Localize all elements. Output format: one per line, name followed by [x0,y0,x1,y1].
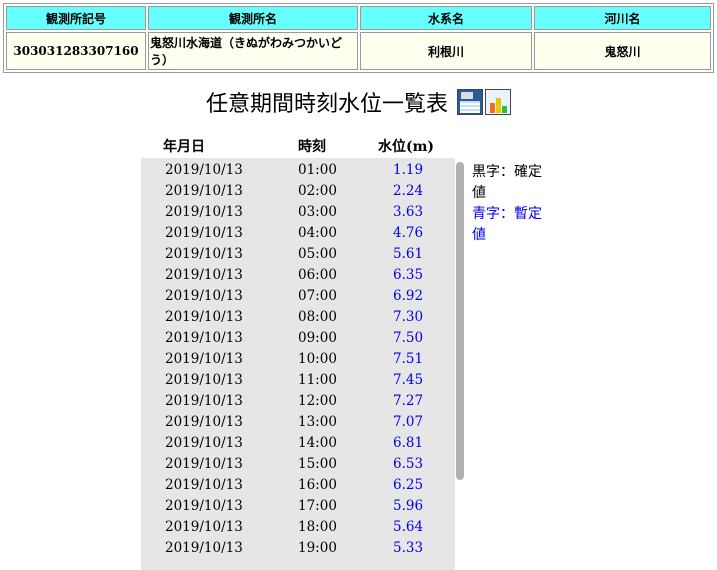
row-date: 2019/10/13 [165,246,243,262]
row-level: 5.64 [393,519,424,535]
table-row: 2019/10/13 12:00 7.27 [141,391,455,412]
row-level: 4.76 [393,225,424,241]
row-level: 7.51 [393,351,424,367]
station-info-table: 観測所記号 観測所名 水系名 河川名 303031283307160 鬼怒川水海… [3,3,714,73]
legend-confirmed: 黒字：確定値 [472,164,542,201]
table-row: 2019/10/13 09:00 7.50 [141,328,455,349]
row-level: 7.27 [393,393,424,409]
page-title-text: 任意期間時刻水位一覧表 [205,92,448,117]
row-date: 2019/10/13 [165,309,243,325]
row-level: 6.53 [393,456,424,472]
row-time: 11:00 [298,372,337,388]
table-row: 2019/10/13 18:00 5.64 [141,517,455,538]
row-date: 2019/10/13 [165,372,243,388]
row-date: 2019/10/13 [165,288,243,304]
row-level: 5.33 [393,540,424,556]
row-level: 5.61 [393,246,424,262]
water-level-table: 2019/10/13 01:00 1.19 2019/10/13 02:00 2.24 20… [141,158,455,570]
row-date: 2019/10/13 [165,414,243,430]
table-row: 2019/10/13 07:00 6.92 [141,286,455,307]
legend: 黒字：確定値 青字：暫定値 [472,162,552,246]
row-level: 6.92 [393,288,424,304]
row-time: 04:00 [298,225,337,241]
table-row: 2019/10/13 16:00 6.25 [141,475,455,496]
table-row: 2019/10/13 13:00 7.07 [141,412,455,433]
row-time: 18:00 [298,519,337,535]
row-time: 16:00 [298,477,337,493]
row-level: 7.50 [393,330,424,346]
row-date: 2019/10/13 [165,456,243,472]
row-level: 5.96 [393,498,424,514]
column-date: 年月日 [163,139,205,155]
save-disk-icon[interactable] [457,89,483,115]
station-name: 鬼怒川水海道（きぬがわみつかいどう） [148,32,358,70]
row-date: 2019/10/13 [165,435,243,451]
row-level: 3.63 [393,204,424,220]
table-row: 2019/10/13 19:00 5.33 [141,538,455,559]
row-time: 12:00 [298,393,337,409]
table-row: 2019/10/13 15:00 6.53 [141,454,455,475]
row-time: 08:00 [298,309,337,325]
table-row: 2019/10/13 01:00 1.19 [141,160,455,181]
table-row: 2019/10/13 06:00 6.35 [141,265,455,286]
table-row: 2019/10/13 11:00 7.45 [141,370,455,391]
column-level: 水位(m) [378,139,435,155]
row-time: 09:00 [298,330,337,346]
legend-provisional: 青字：暫定値 [472,206,542,243]
table-row: 2019/10/13 10:00 7.51 [141,349,455,370]
row-date: 2019/10/13 [165,225,243,241]
row-date: 2019/10/13 [165,477,243,493]
row-level: 2.24 [393,183,424,199]
page-title: 任意期間時刻水位一覧表 [0,86,717,118]
column-time: 時刻 [298,139,326,155]
header-water-system: 水系名 [360,6,532,30]
row-date: 2019/10/13 [165,519,243,535]
row-date: 2019/10/13 [165,351,243,367]
row-time: 01:00 [298,162,337,178]
row-level: 7.30 [393,309,424,325]
row-level: 6.81 [393,435,424,451]
row-level: 7.07 [393,414,424,430]
river-name: 鬼怒川 [534,32,711,70]
row-date: 2019/10/13 [165,204,243,220]
table-row: 2019/10/13 17:00 5.96 [141,496,455,517]
row-time: 02:00 [298,183,337,199]
water-system: 利根川 [360,32,532,70]
row-time: 07:00 [298,288,337,304]
row-date: 2019/10/13 [165,162,243,178]
header-station-code: 観測所記号 [6,6,146,30]
table-row: 2019/10/13 14:00 6.81 [141,433,455,454]
row-date: 2019/10/13 [165,393,243,409]
row-time: 06:00 [298,267,337,283]
table-row: 2019/10/13 05:00 5.61 [141,244,455,265]
graph-icon[interactable] [485,89,511,115]
row-time: 10:00 [298,351,337,367]
header-river-name: 河川名 [534,6,711,30]
table-row: 2019/10/13 03:00 3.63 [141,202,455,223]
row-level: 6.25 [393,477,424,493]
row-level: 6.35 [393,267,424,283]
row-date: 2019/10/13 [165,267,243,283]
table-row: 2019/10/13 04:00 4.76 [141,223,455,244]
scrollbar[interactable] [456,162,464,480]
row-time: 19:00 [298,540,337,556]
row-date: 2019/10/13 [165,183,243,199]
row-time: 05:00 [298,246,337,262]
row-date: 2019/10/13 [165,540,243,556]
row-time: 14:00 [298,435,337,451]
row-level: 7.45 [393,372,424,388]
table-row: 2019/10/13 02:00 2.24 [141,181,455,202]
row-date: 2019/10/13 [165,330,243,346]
row-time: 17:00 [298,498,337,514]
row-date: 2019/10/13 [165,498,243,514]
row-time: 15:00 [298,456,337,472]
row-time: 03:00 [298,204,337,220]
station-code: 303031283307160 [6,32,146,70]
header-station-name: 観測所名 [148,6,358,30]
row-level: 1.19 [393,162,424,178]
row-time: 13:00 [298,414,337,430]
table-row: 2019/10/13 08:00 7.30 [141,307,455,328]
